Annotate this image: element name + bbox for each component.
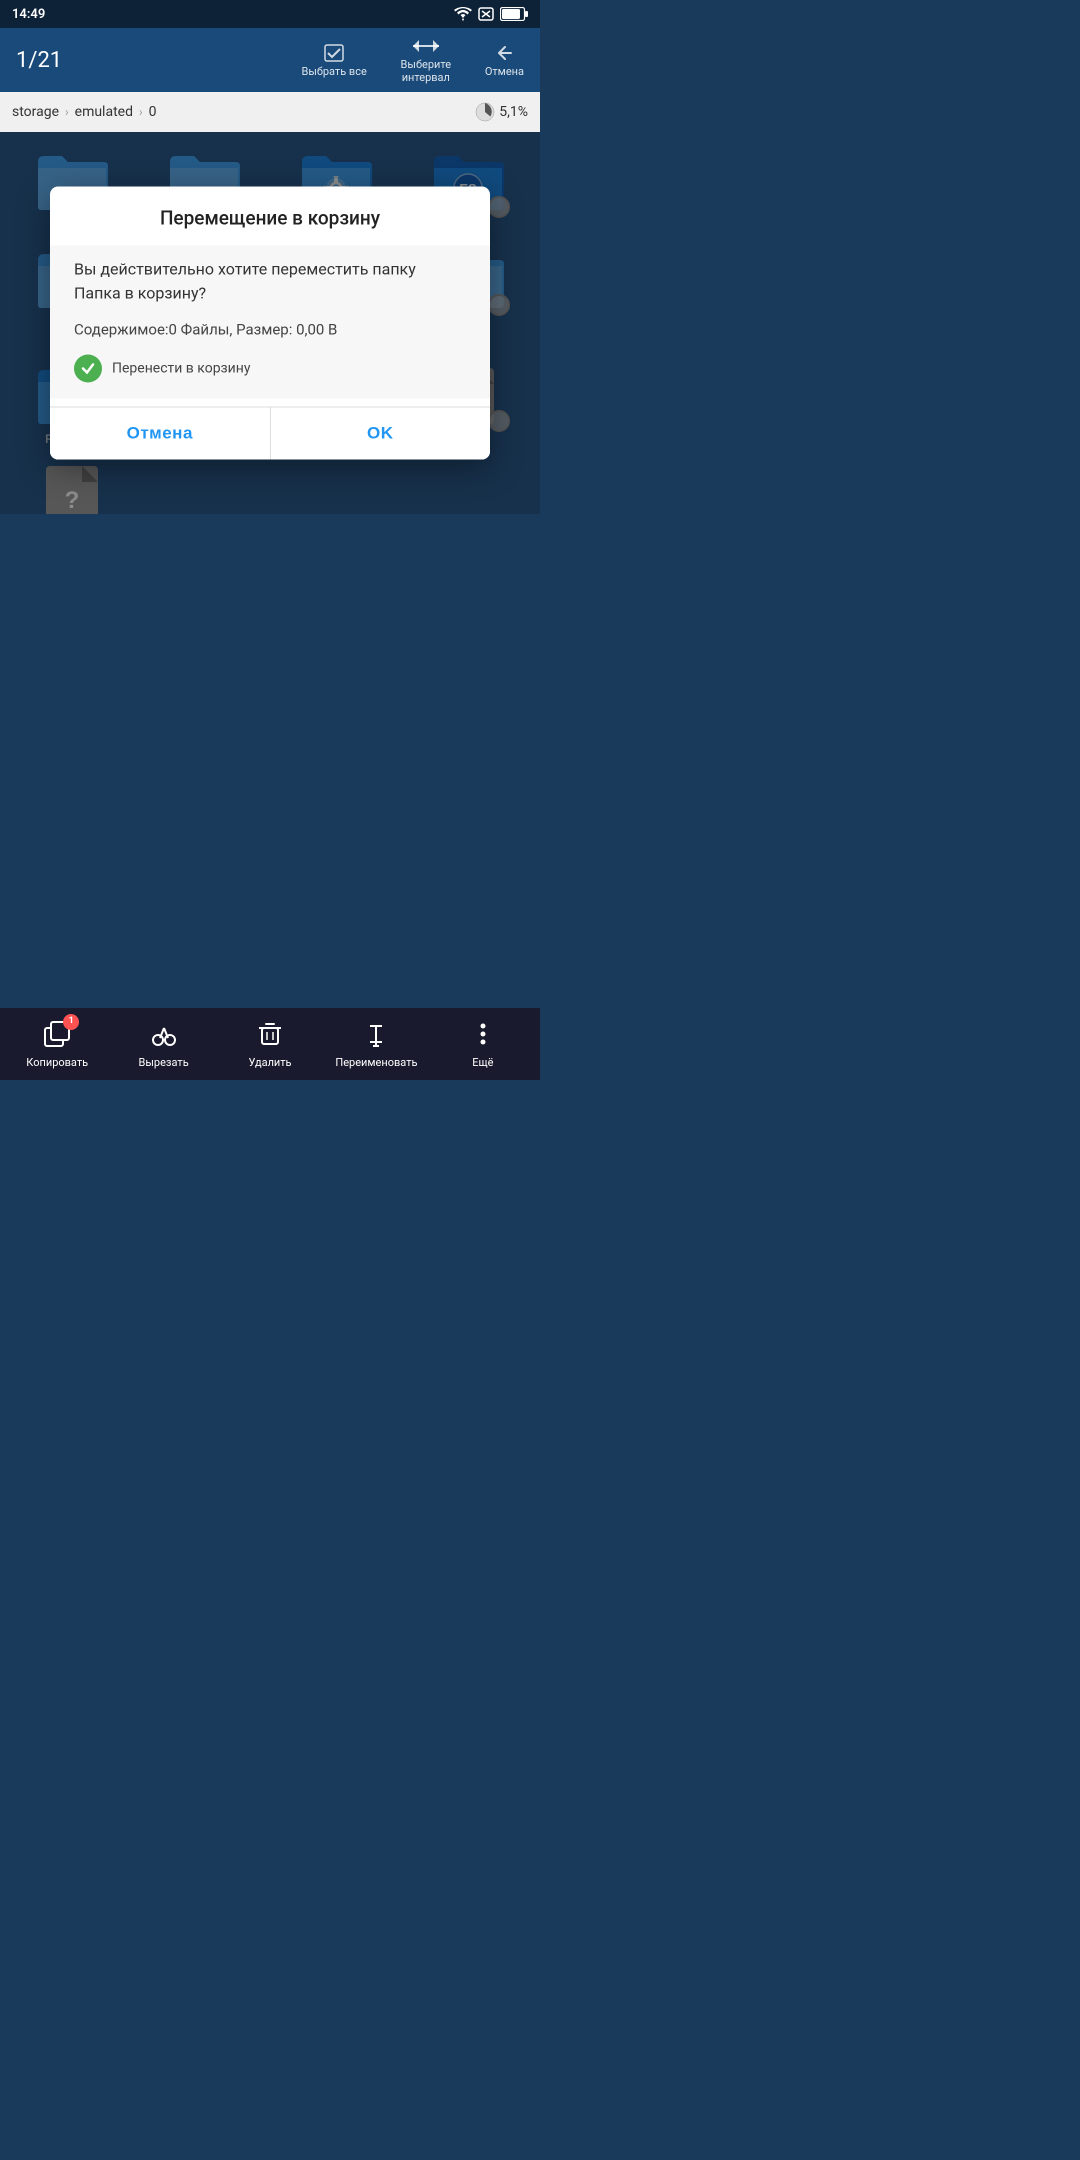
copy-button[interactable]: 1 Копировать <box>4 1020 110 1069</box>
check-icon <box>80 361 96 377</box>
dialog-actions: Отмена OK <box>50 408 490 460</box>
toolbar-actions: Выбрать все Выберите интервал Отмена <box>301 36 524 84</box>
select-range-label: Выберите интервал <box>391 58 461 84</box>
cut-label: Вырезать <box>139 1056 189 1069</box>
dialog-body-text: Вы действительно хотите переместить папк… <box>74 258 466 306</box>
rename-label: Переименовать <box>335 1056 417 1069</box>
more-icon-wrap <box>469 1020 497 1052</box>
back-icon <box>493 43 515 63</box>
more-icon <box>469 1020 497 1048</box>
breadcrumb-emulated[interactable]: emulated <box>75 104 133 120</box>
cut-icon-wrap <box>150 1020 178 1052</box>
range-icon <box>413 36 439 56</box>
cut-icon <box>150 1020 178 1048</box>
move-to-trash-dialog: Перемещение в корзину Вы действительно х… <box>50 187 490 460</box>
disk-usage: 5,1% <box>475 102 528 122</box>
breadcrumb: storage › emulated › 0 5,1% <box>0 92 540 132</box>
select-range-button[interactable]: Выберите интервал <box>391 36 461 84</box>
delete-button[interactable]: Удалить <box>217 1020 323 1069</box>
breadcrumb-0[interactable]: 0 <box>149 104 157 120</box>
rename-button[interactable]: Переименовать <box>323 1020 429 1069</box>
status-icons <box>454 7 528 21</box>
bottom-toolbar: 1 Копировать Вырезать Удалить <box>0 1008 540 1080</box>
top-toolbar: 1/21 Выбрать все Выберите интервал Отмен… <box>0 28 540 92</box>
more-label: Ещё <box>472 1056 493 1069</box>
dialog-title: Перемещение в корзину <box>50 187 490 238</box>
selection-count: 1/21 <box>16 48 62 73</box>
cut-button[interactable]: Вырезать <box>110 1020 216 1069</box>
dialog-cancel-button[interactable]: Отмена <box>50 408 270 460</box>
close-square-icon <box>478 7 494 21</box>
copy-badge: 1 <box>63 1014 79 1030</box>
disk-usage-value: 5,1% <box>499 104 528 120</box>
select-all-label: Выбрать все <box>301 65 366 78</box>
copy-icon-wrap: 1 <box>43 1020 71 1052</box>
rename-icon <box>362 1020 390 1048</box>
battery-icon <box>500 7 528 21</box>
delete-label: Удалить <box>248 1056 291 1069</box>
disk-pie-icon <box>475 102 495 122</box>
cancel-label: Отмена <box>485 65 524 78</box>
checkbox-icon <box>74 355 102 383</box>
check-all-icon <box>323 43 345 63</box>
breadcrumb-sep-1: › <box>65 105 69 119</box>
breadcrumb-storage[interactable]: storage <box>12 104 59 120</box>
wifi-icon <box>454 7 472 21</box>
dialog-meta-text: Содержимое:0 Файлы, Размер: 0,00 В <box>74 320 466 341</box>
dialog-ok-button[interactable]: OK <box>271 408 491 460</box>
breadcrumb-sep-2: › <box>139 105 143 119</box>
dialog-checkbox-row[interactable]: Перенести в корзину <box>74 355 466 383</box>
status-bar: 14:49 <box>0 0 540 28</box>
time: 14:49 <box>12 7 45 22</box>
copy-label: Копировать <box>26 1056 88 1069</box>
rename-icon-wrap <box>362 1020 390 1052</box>
dialog-body: Вы действительно хотите переместить папк… <box>50 246 490 399</box>
select-all-button[interactable]: Выбрать все <box>301 43 366 78</box>
cancel-button[interactable]: Отмена <box>485 43 524 78</box>
delete-icon-wrap <box>256 1020 284 1052</box>
more-button[interactable]: Ещё <box>430 1020 536 1069</box>
checkbox-label: Перенести в корзину <box>112 361 250 377</box>
delete-icon <box>256 1020 284 1048</box>
